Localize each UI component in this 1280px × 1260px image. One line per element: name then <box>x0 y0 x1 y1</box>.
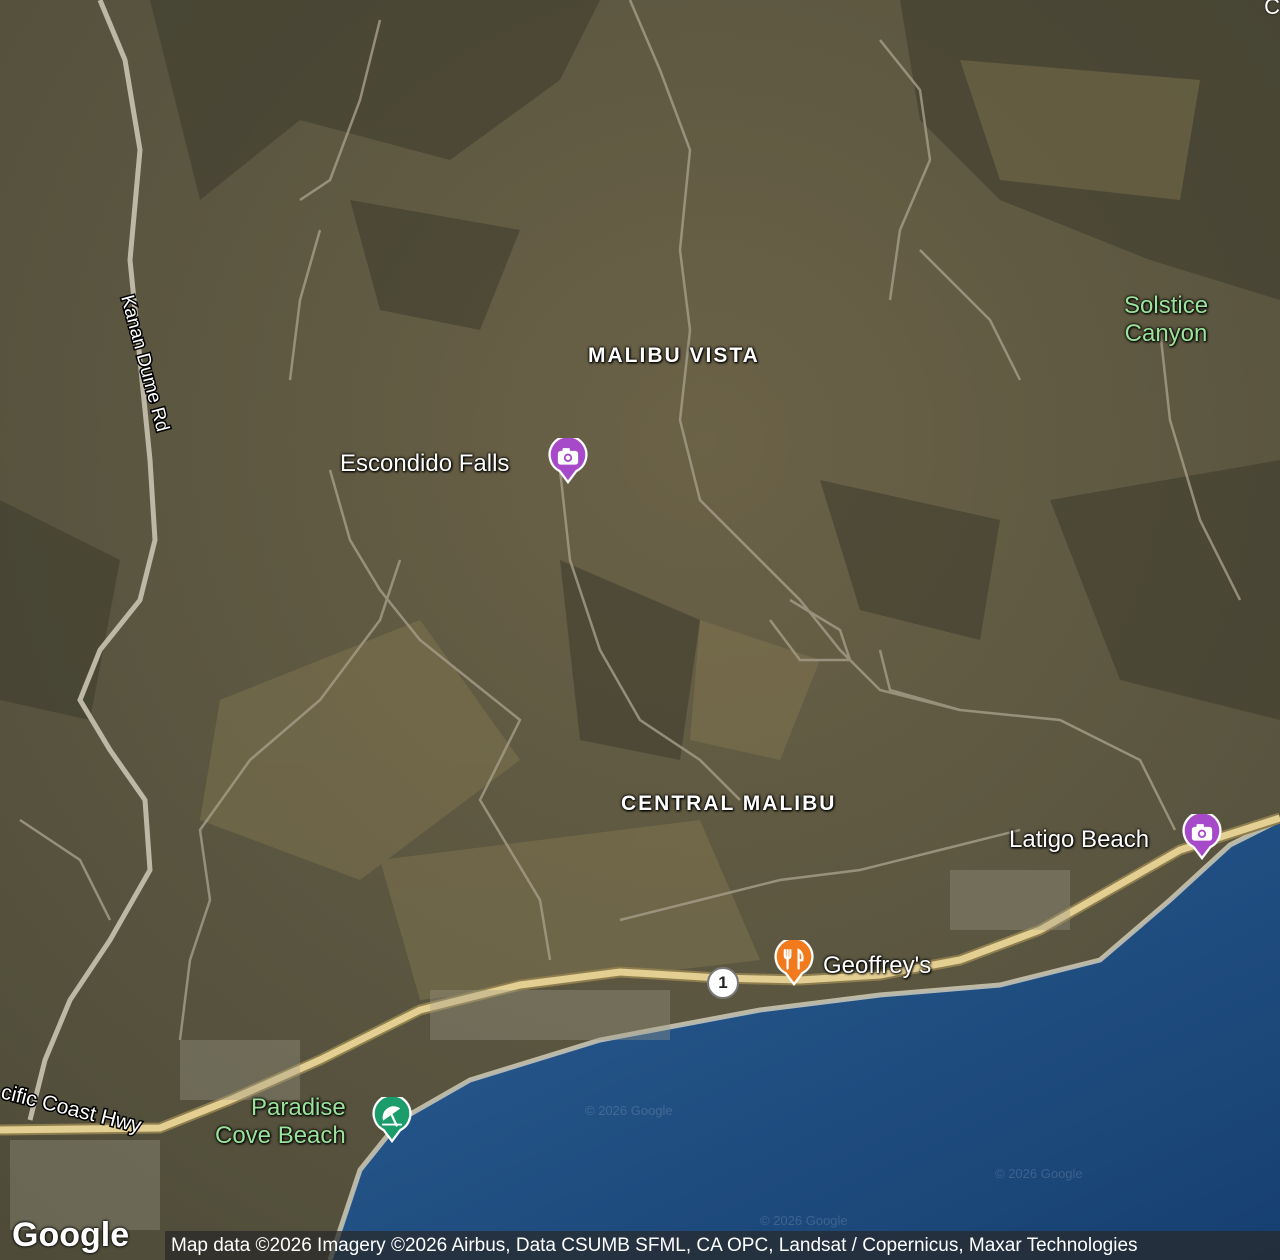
watermark-1: © 2026 Google <box>585 1103 673 1118</box>
poi-geoffreys-label[interactable]: Geoffrey's <box>823 952 931 980</box>
edge-label: C <box>1264 0 1280 19</box>
solstice-canyon-line1: Solstice <box>1124 292 1209 319</box>
paradise-cove-line1: Paradise <box>251 1094 346 1121</box>
poi-latigo-beach-pin[interactable] <box>1179 814 1225 860</box>
route-1-shield: 1 <box>707 967 739 999</box>
poi-paradise-cove-beach-label[interactable]: Paradise Cove Beach <box>215 1094 346 1150</box>
poi-solstice-canyon-label[interactable]: Solstice Canyon <box>1124 292 1208 348</box>
area-label-central-malibu: CENTRAL MALIBU <box>621 792 837 815</box>
poi-escondido-falls-pin[interactable] <box>545 438 591 484</box>
solstice-canyon-line2: Canyon <box>1124 320 1208 347</box>
watermark-3: © 2026 Google <box>760 1213 848 1228</box>
watermark-2: © 2026 Google <box>995 1166 1083 1181</box>
satellite-map[interactable]: © 2026 Google © 2026 Google © 2026 Googl… <box>0 0 1280 1260</box>
area-label-malibu-vista: MALIBU VISTA <box>588 344 760 367</box>
poi-escondido-falls-label[interactable]: Escondido Falls <box>340 450 509 478</box>
paradise-cove-line2: Cove Beach <box>215 1122 346 1149</box>
map-attribution: Map data ©2026 Imagery ©2026 Airbus, Dat… <box>165 1231 1280 1260</box>
poi-paradise-cove-beach-pin[interactable] <box>369 1097 415 1143</box>
google-logo[interactable]: Google <box>12 1216 129 1255</box>
poi-latigo-beach-label[interactable]: Latigo Beach <box>1009 826 1149 854</box>
poi-geoffreys-pin[interactable] <box>771 940 817 986</box>
